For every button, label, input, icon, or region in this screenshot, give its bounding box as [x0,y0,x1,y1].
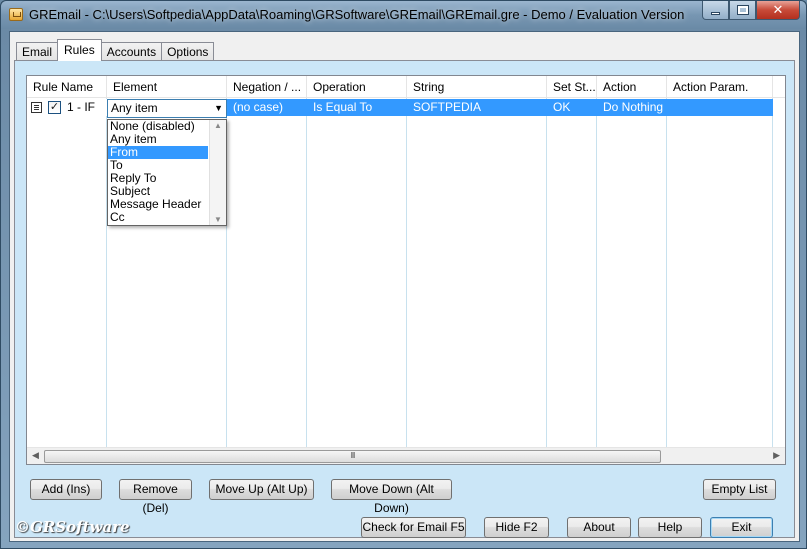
column-divider [406,98,407,449]
add-rule-button[interactable]: Add (Ins) [30,479,102,500]
tab-strip: Email Rules Accounts Options [16,39,215,61]
column-divider [596,98,597,449]
negation-cell[interactable]: (no case) [227,99,307,116]
rules-grid[interactable]: Rule Name Element Negation / ... Operati… [26,75,786,465]
action-cell[interactable]: Do Nothing [597,99,667,116]
remove-rule-button[interactable]: Remove (Del) [119,479,192,515]
exit-button[interactable]: Exit [710,517,773,538]
minimize-button[interactable] [702,1,729,20]
empty-list-button[interactable]: Empty List [703,479,776,500]
rules-panel: Rule Name Element Negation / ... Operati… [14,60,795,538]
element-combo-value: Any item [111,101,158,115]
rule-name-cell[interactable]: ✓ 1 - IF [27,99,107,116]
title-bar[interactable]: GREmail - C:\Users\Softpedia\AppData\Roa… [1,1,806,29]
column-divider [306,98,307,449]
close-button[interactable]: ✕ [756,1,800,20]
operation-cell[interactable]: Is Equal To [307,99,407,116]
column-header-action-param[interactable]: Action Param. [667,76,773,98]
dropdown-option-selected[interactable]: From [108,146,208,159]
help-button[interactable]: Help [638,517,702,538]
tab-accounts[interactable]: Accounts [100,42,163,61]
scroll-up-icon[interactable]: ▲ [214,121,222,130]
check-email-button[interactable]: Check for Email F5 [361,517,466,538]
about-button[interactable]: About [567,517,631,538]
action-param-cell[interactable] [667,99,773,116]
scroll-down-icon[interactable]: ▼ [214,215,222,224]
scrollbar-thumb[interactable]: III [44,450,661,463]
close-icon: ✕ [772,2,784,17]
element-combo[interactable]: Any item ▼ [107,99,227,118]
dropdown-option[interactable]: Cc [108,211,208,224]
column-header-negation[interactable]: Negation / ... [227,76,307,98]
horizontal-scrollbar[interactable]: ◀ III ▶ [27,447,785,464]
move-down-button[interactable]: Move Down (Alt Down) [331,479,452,515]
column-header-operation[interactable]: Operation [307,76,407,98]
grid-header: Rule Name Element Negation / ... Operati… [27,76,785,98]
record-icon [31,102,42,113]
chevron-down-icon[interactable]: ▼ [214,100,223,117]
window-title: GREmail - C:\Users\Softpedia\AppData\Roa… [29,7,685,22]
rule-enabled-checkbox[interactable]: ✓ [48,101,61,114]
hide-button[interactable]: Hide F2 [484,517,549,538]
grsoftware-logo: ©GRSoftware [15,518,130,536]
column-divider [546,98,547,449]
element-dropdown-list[interactable]: None (disabled) Any item From To Reply T… [107,119,227,226]
scroll-left-icon[interactable]: ◀ [32,450,39,461]
dropdown-scrollbar[interactable]: ▲ ▼ [209,120,226,225]
column-header-action[interactable]: Action [597,76,667,98]
window-controls: ✕ [702,1,800,21]
maximize-icon [736,5,749,15]
client-area: Email Rules Accounts Options Rule Name E… [9,31,800,542]
tab-options[interactable]: Options [161,42,215,61]
column-divider [772,98,773,449]
app-icon [9,8,23,21]
scroll-right-icon[interactable]: ▶ [773,450,780,461]
column-divider [666,98,667,449]
column-header-rule-name[interactable]: Rule Name [27,76,107,98]
rule-name-text: 1 - IF [67,100,96,114]
column-header-string[interactable]: String [407,76,547,98]
set-status-cell[interactable]: OK [547,99,597,116]
minimize-icon [711,11,720,15]
column-header-element[interactable]: Element [107,76,227,98]
move-up-button[interactable]: Move Up (Alt Up) [209,479,314,500]
tab-rules[interactable]: Rules [57,39,102,61]
tab-email[interactable]: Email [16,42,59,61]
app-window: GREmail - C:\Users\Softpedia\AppData\Roa… [0,0,807,549]
column-header-set-status[interactable]: Set St... [547,76,597,98]
string-cell[interactable]: SOFTPEDIA [407,99,547,116]
maximize-button[interactable] [729,1,756,20]
